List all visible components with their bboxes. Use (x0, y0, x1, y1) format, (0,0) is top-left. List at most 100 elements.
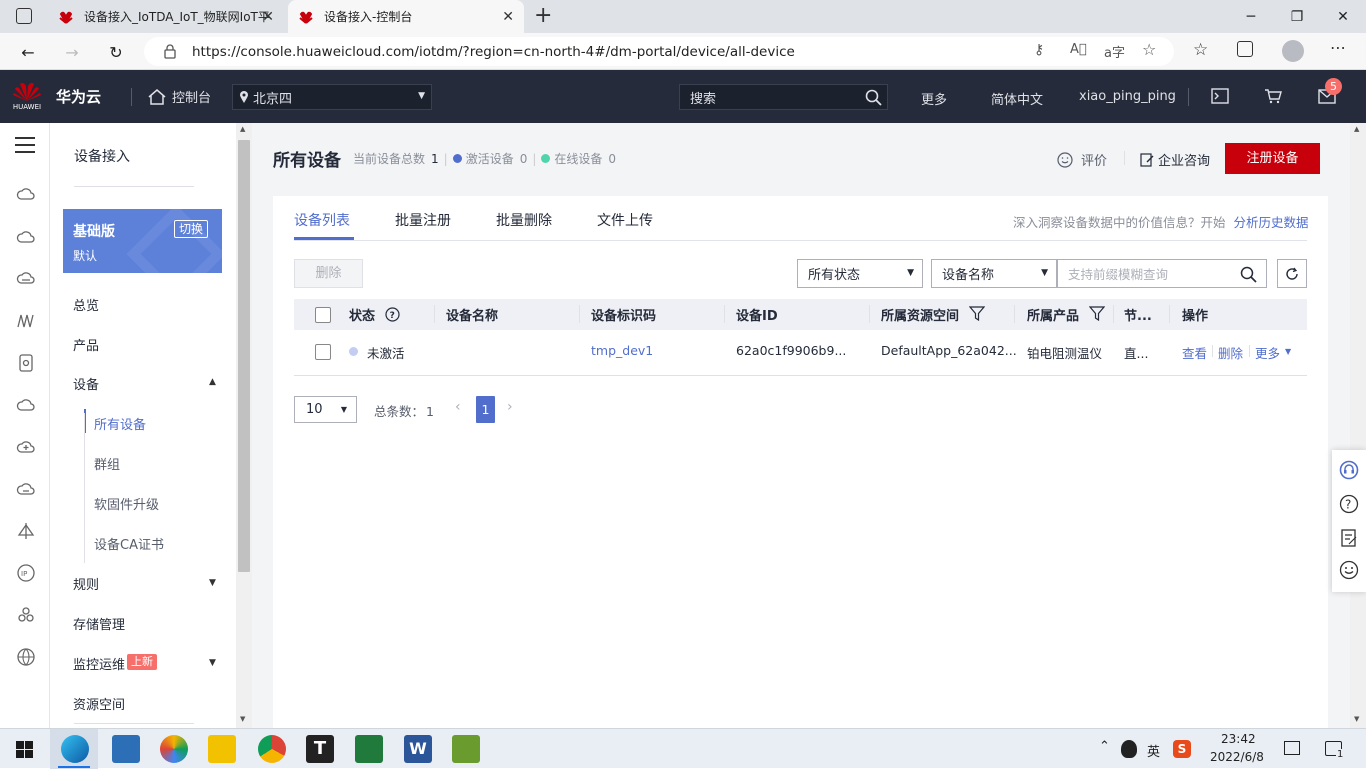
consult-button[interactable]: 企业咨询 (1140, 150, 1210, 169)
sidebar-item-ca-cert[interactable]: 设备CA证书 (94, 534, 164, 553)
huawei-logo[interactable]: HUAWEI (10, 80, 44, 114)
cart-icon[interactable] (1264, 88, 1282, 104)
delete-button[interactable]: 删除 (294, 259, 363, 288)
back-icon[interactable]: ← (16, 40, 40, 64)
cell-node-id-link[interactable]: tmp_dev1 (591, 343, 653, 358)
scroll-up-icon[interactable]: ▲ (1354, 125, 1359, 133)
search-icon[interactable] (1240, 266, 1257, 283)
network-icon[interactable] (16, 311, 36, 331)
filter-icon[interactable] (969, 306, 985, 321)
device-search-input[interactable]: 支持前缀模糊查询 (1057, 259, 1267, 288)
add-favorite-icon[interactable]: ☆ (1142, 40, 1156, 59)
scroll-down-icon[interactable]: ▼ (240, 715, 245, 723)
typora-icon[interactable]: T (306, 735, 334, 763)
page-scrollbar[interactable]: ▲ ▼ (1350, 123, 1366, 728)
vim-icon[interactable] (355, 735, 383, 763)
sidebar-item-device[interactable]: 设备 (73, 374, 99, 393)
reload-icon[interactable]: ↻ (104, 40, 128, 64)
brand-name[interactable]: 华为云 (56, 70, 101, 123)
tab-batch-delete[interactable]: 批量删除 (496, 210, 552, 230)
edition-switch-button[interactable]: 切换 (174, 220, 209, 238)
collections-icon[interactable] (1237, 41, 1253, 57)
tab-actions-icon[interactable] (16, 8, 32, 24)
calculator-icon[interactable] (112, 735, 140, 763)
delete-link[interactable]: 删除 (1218, 343, 1243, 362)
close-icon[interactable]: ✕ (262, 9, 274, 25)
sidebar-scroll-thumb[interactable] (238, 140, 250, 572)
user-menu[interactable]: xiao_ping_ping (1079, 89, 1176, 104)
translate-icon[interactable]: a字 (1104, 42, 1125, 61)
language-menu[interactable]: 简体中文 (991, 89, 1043, 108)
more-menu[interactable]: 更多 (921, 89, 947, 108)
help-icon[interactable]: ? (385, 307, 400, 322)
sidebar-item-storage[interactable]: 存储管理 (73, 614, 125, 633)
ip-icon[interactable]: IP (16, 563, 36, 583)
new-tab-icon[interactable]: + (534, 3, 552, 28)
register-device-button[interactable]: 注册设备 (1225, 143, 1320, 174)
sidebar-item-overview[interactable]: 总览 (73, 295, 99, 314)
globe-icon[interactable] (16, 647, 36, 667)
tab-device-list[interactable]: 设备列表 (294, 210, 350, 230)
region-select[interactable]: 北京四 ▼ (232, 84, 432, 110)
help-icon[interactable]: ? (1339, 494, 1359, 514)
page-button-current[interactable]: 1 (476, 396, 495, 423)
terminal-icon[interactable] (1211, 88, 1229, 104)
next-page-icon[interactable]: › (507, 399, 513, 415)
clock-date[interactable]: 2022/6/8 (1210, 750, 1264, 764)
favorites-icon[interactable]: ☆ (1193, 40, 1208, 60)
page-size-select[interactable]: 10 ▼ (294, 396, 357, 423)
refresh-button[interactable] (1277, 259, 1307, 288)
sidebar-item-groups[interactable]: 群组 (94, 454, 120, 473)
ai-icon[interactable] (16, 521, 36, 541)
profile-avatar[interactable] (1282, 40, 1304, 62)
analyze-history-link[interactable]: 分析历史数据 (1234, 215, 1309, 230)
url-input[interactable]: https://console.huaweicloud.com/iotdm/?r… (144, 37, 1174, 66)
cloud-plus-icon[interactable] (16, 437, 36, 457)
prev-page-icon[interactable]: ‹ (455, 399, 461, 415)
rate-button[interactable]: 评价 (1057, 150, 1107, 169)
ime-indicator[interactable]: 英 (1147, 741, 1160, 760)
close-icon[interactable]: ✕ (502, 9, 514, 25)
filter-icon[interactable] (1089, 306, 1105, 321)
database-icon[interactable] (16, 353, 36, 373)
sidebar-item-resource-space[interactable]: 资源空间 (73, 694, 125, 713)
tab-batch-register[interactable]: 批量注册 (395, 210, 451, 230)
cloud-storage-icon[interactable] (16, 269, 36, 289)
search-icon[interactable] (865, 89, 882, 106)
chrome-icon[interactable] (258, 735, 286, 763)
sidebar-item-product[interactable]: 产品 (73, 335, 99, 354)
customer-service-icon[interactable] (1339, 460, 1359, 480)
cloud-link-icon[interactable] (16, 479, 36, 499)
sidebar-item-rules[interactable]: 规则 (73, 574, 99, 593)
sidebar-item-all-devices[interactable]: 所有设备 (94, 414, 146, 433)
feedback-icon[interactable] (1340, 528, 1358, 548)
cluster-icon[interactable] (16, 605, 36, 625)
file-explorer-icon[interactable] (208, 735, 236, 763)
smile-icon[interactable] (1339, 560, 1359, 580)
browser-tab-iotda[interactable]: 设备接入_IoTDA_IoT_物联网IoT平 ✕ (48, 0, 284, 33)
select-all-checkbox[interactable] (315, 307, 331, 323)
qq-icon[interactable] (1121, 740, 1137, 758)
scroll-up-icon[interactable]: ▲ (240, 125, 245, 133)
show-desktop-icon[interactable] (1284, 741, 1300, 755)
sidebar-item-firmware[interactable]: 软固件升级 (94, 494, 159, 513)
read-aloud-icon[interactable]: A᪶ (1070, 42, 1087, 57)
key-icon[interactable]: ⚷ (1034, 42, 1044, 58)
notepad-plus-icon[interactable] (452, 735, 480, 763)
cloud-up-icon[interactable] (16, 395, 36, 415)
browser-tab-console[interactable]: 设备接入-控制台 ✕ (288, 0, 524, 33)
cloud-server-icon[interactable] (16, 185, 36, 205)
word-icon[interactable]: W (404, 735, 432, 763)
sidebar-item-monitoring[interactable]: 监控运维 (73, 654, 125, 673)
scroll-down-icon[interactable]: ▼ (1354, 715, 1359, 723)
browser-menu-icon[interactable]: ⋯ (1330, 38, 1346, 57)
sogou-icon[interactable]: S (1173, 740, 1191, 758)
restore-icon[interactable]: ❐ (1274, 0, 1320, 33)
row-checkbox[interactable] (315, 344, 331, 360)
minimize-icon[interactable]: ─ (1228, 0, 1274, 33)
cloud-icon[interactable] (16, 227, 36, 247)
global-search-input[interactable]: 搜索 (679, 84, 888, 110)
tray-expand-icon[interactable]: ⌃ (1099, 739, 1110, 754)
clock-time[interactable]: 23:42 (1221, 732, 1256, 746)
edge-browser-icon[interactable] (61, 735, 89, 763)
